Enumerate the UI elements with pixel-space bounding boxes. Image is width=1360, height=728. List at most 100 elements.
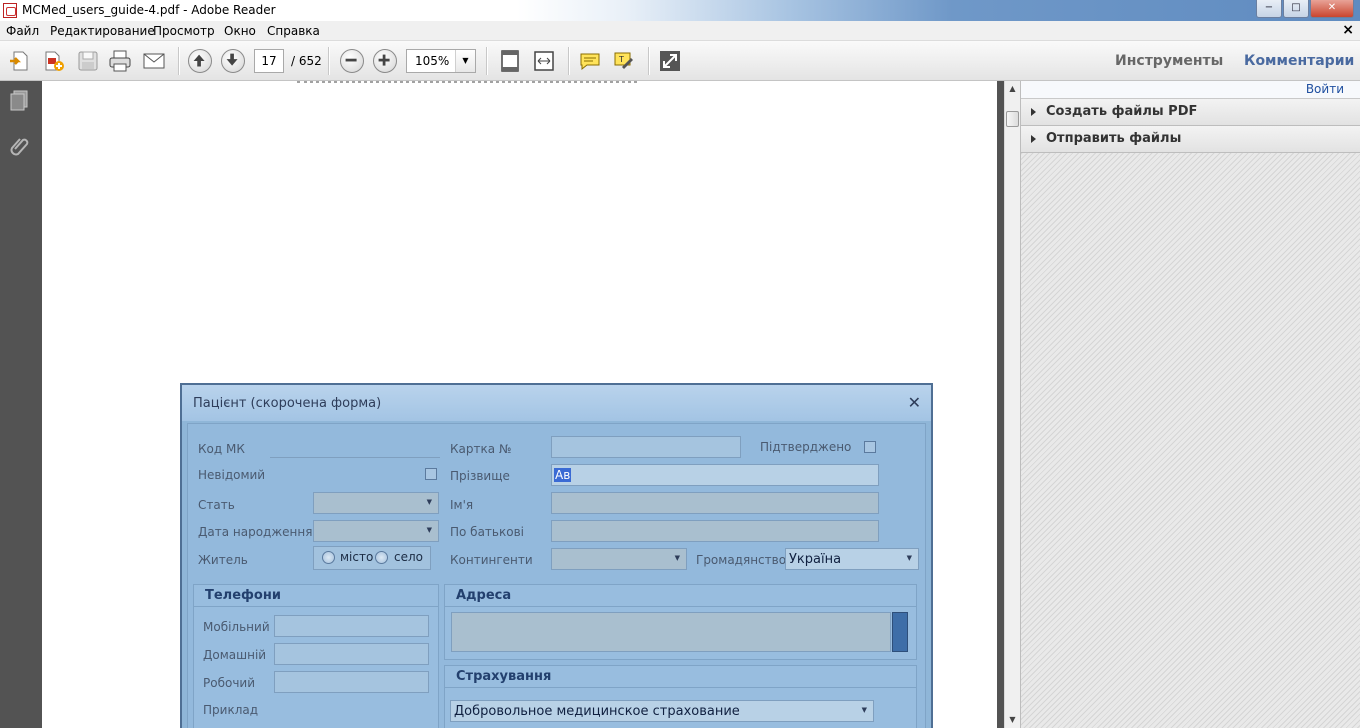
plus-icon	[378, 54, 390, 66]
resident-label: Житель	[198, 553, 248, 567]
code-label: Код МК	[198, 442, 245, 456]
cut-off-text-line	[297, 81, 637, 83]
attachments-paperclip-icon[interactable]	[9, 133, 31, 157]
email-icon[interactable]	[142, 49, 166, 73]
mobile-phone-label: Мобільний	[203, 620, 270, 634]
address-scrollbar	[892, 612, 908, 652]
phones-group-header: Телефони	[194, 585, 438, 607]
patient-form-dialog-image: Пацієнт (скорочена форма) ✕ Код МК Картк…	[180, 383, 933, 728]
minimize-button[interactable]: −	[1256, 0, 1282, 18]
mobile-phone-field	[274, 615, 429, 637]
tools-tab[interactable]: Инструменты	[1115, 53, 1223, 69]
menu-edit[interactable]: Редактирование	[50, 24, 155, 38]
arrow-down-icon	[226, 53, 238, 66]
window-title-bar: MCMed_users_guide-4.pdf - Adobe Reader −…	[0, 0, 1360, 21]
send-files-panel-label: Отправить файлы	[1046, 131, 1182, 146]
insurance-type-select: Добровольное медицинское страхование ▼	[450, 700, 874, 722]
previous-page-button[interactable]	[188, 49, 212, 73]
sign-in-link[interactable]: Войти	[1306, 82, 1344, 96]
chevron-down-icon: ▼	[906, 554, 912, 562]
adobe-reader-app-icon	[3, 3, 17, 18]
sign-in-bar: Войти	[1021, 81, 1360, 99]
chevron-down-icon[interactable]: ▼	[455, 50, 475, 72]
confirmed-checkbox	[864, 441, 876, 453]
close-window-button[interactable]: ✕	[1310, 0, 1354, 18]
insurance-group-header: Страхування	[445, 666, 916, 688]
fit-width-icon[interactable]	[532, 49, 556, 73]
chevron-down-icon: ▼	[861, 706, 867, 714]
zoom-select[interactable]: 105% ▼	[406, 49, 476, 73]
menu-file[interactable]: Файл	[6, 24, 39, 38]
menu-view[interactable]: Просмотр	[153, 24, 215, 38]
fit-page-icon[interactable]	[498, 49, 522, 73]
document-view[interactable]: Пацієнт (скорочена форма) ✕ Код МК Картк…	[42, 81, 1004, 728]
patronymic-field	[551, 520, 879, 542]
home-phone-field	[274, 643, 429, 665]
patronymic-label: По батькові	[450, 525, 524, 539]
phones-group-title: Телефони	[205, 588, 281, 603]
surname-label: Прізвище	[450, 469, 510, 483]
send-files-panel[interactable]: Отправить файлы	[1021, 126, 1360, 153]
menu-help[interactable]: Справка	[267, 24, 320, 38]
zoom-in-button[interactable]	[373, 49, 397, 73]
maximize-button[interactable]: □	[1283, 0, 1309, 18]
print-icon[interactable]	[108, 49, 132, 73]
toolbar-separator	[178, 47, 179, 75]
chevron-down-icon: ▼	[674, 554, 680, 562]
comment-note-icon[interactable]	[578, 49, 602, 73]
minus-icon	[345, 58, 357, 62]
village-radio	[375, 551, 388, 564]
citizenship-select: Україна ▼	[785, 548, 919, 570]
arrow-up-icon	[193, 54, 205, 67]
open-file-icon[interactable]	[8, 49, 32, 73]
address-group-title: Адреса	[456, 588, 512, 603]
citizenship-value: Україна	[789, 552, 842, 567]
create-pdf-panel-label: Создать файлы PDF	[1046, 104, 1198, 119]
address-group-header: Адреса	[445, 585, 916, 607]
page-number-input[interactable]	[254, 49, 284, 73]
close-document-icon[interactable]: ×	[1342, 22, 1354, 38]
create-pdf-panel[interactable]: Создать файлы PDF	[1021, 99, 1360, 126]
save-icon[interactable]	[76, 49, 100, 73]
menu-window[interactable]: Окно	[224, 24, 256, 38]
svg-text:T: T	[618, 55, 624, 64]
birth-date-select: ▼	[313, 520, 439, 542]
sex-label: Стать	[198, 498, 235, 512]
card-label: Картка №	[450, 442, 512, 456]
city-radio	[322, 551, 335, 564]
dialog-body: Код МК Картка № Підтверджено Невідомий П…	[187, 423, 926, 728]
scroll-up-arrow-icon[interactable]: ▲	[1005, 81, 1020, 97]
expand-triangle-icon	[1031, 108, 1036, 116]
work-phone-field	[274, 671, 429, 693]
example-label: Приклад	[203, 703, 259, 717]
page-thumbnails-icon[interactable]	[9, 89, 31, 113]
surname-value: Ав	[554, 468, 572, 482]
create-pdf-icon[interactable]	[42, 49, 66, 73]
comments-tab[interactable]: Комментарии	[1244, 53, 1354, 69]
scroll-down-arrow-icon[interactable]: ▼	[1005, 712, 1020, 728]
right-tools-pane: Войти Создать файлы PDF Отправить файлы	[1020, 81, 1360, 728]
next-page-button[interactable]	[221, 49, 245, 73]
expand-triangle-icon	[1031, 135, 1036, 143]
surname-field: Ав	[551, 464, 879, 486]
highlight-pen-icon[interactable]: T	[612, 49, 636, 73]
contingents-label: Контингенти	[450, 553, 533, 567]
unknown-checkbox	[425, 468, 437, 480]
pdf-page: Пацієнт (скорочена форма) ✕ Код МК Картк…	[42, 81, 997, 728]
full-screen-icon[interactable]	[658, 49, 682, 73]
chevron-down-icon: ▼	[426, 498, 432, 506]
document-vertical-scrollbar[interactable]: ▲ ▼	[1004, 81, 1020, 728]
toolbar-separator	[648, 47, 649, 75]
chevron-down-icon: ▼	[426, 526, 432, 534]
insurance-group: Страхування Добровольное медицинское стр…	[444, 665, 917, 728]
page-total: / 652	[291, 54, 322, 68]
name-field	[551, 492, 879, 514]
zoom-value: 105%	[415, 54, 450, 68]
city-label: місто	[340, 550, 374, 564]
window-title: MCMed_users_guide-4.pdf - Adobe Reader	[22, 3, 276, 17]
scroll-thumb[interactable]	[1006, 111, 1019, 127]
insurance-type-value: Добровольное медицинское страхование	[454, 704, 740, 719]
dialog-title: Пацієнт (скорочена форма)	[193, 396, 382, 411]
zoom-out-button[interactable]	[340, 49, 364, 73]
insurance-group-title: Страхування	[456, 669, 552, 684]
